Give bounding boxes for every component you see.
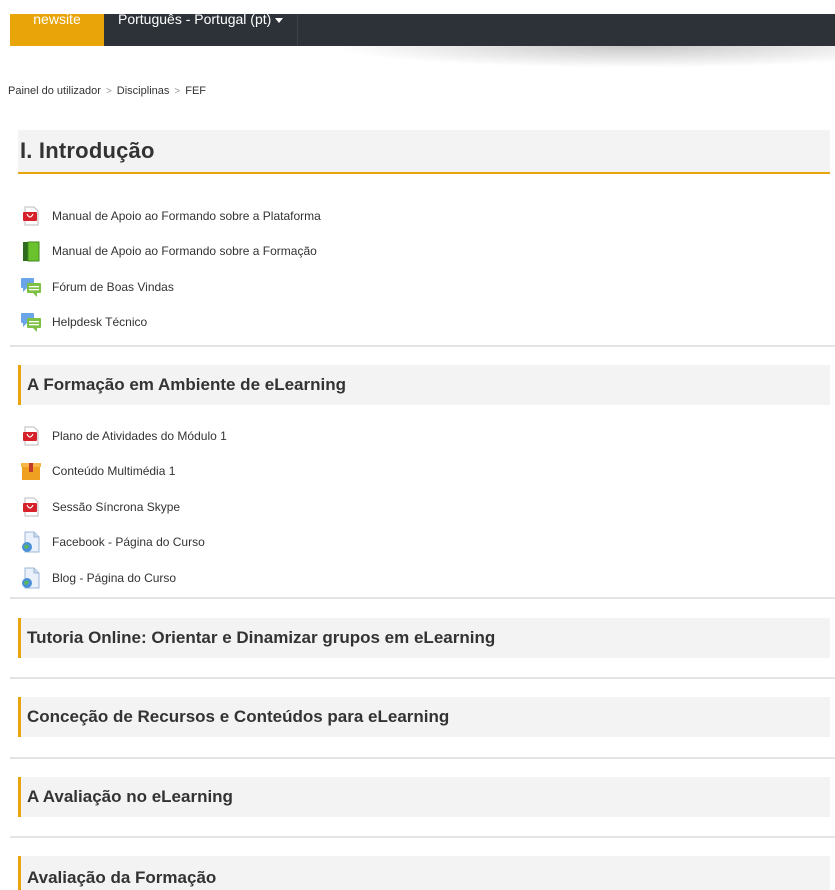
breadcrumb-separator-icon: > xyxy=(174,85,181,97)
pdf-icon xyxy=(20,425,42,447)
activity-link[interactable]: Helpdesk Técnico xyxy=(52,315,147,329)
section-title: I. Introdução xyxy=(20,138,155,163)
activity-list-introducao: Manual de Apoio ao Formando sobre a Plat… xyxy=(20,198,321,340)
caret-down-icon xyxy=(275,18,284,23)
activity-item[interactable]: Sessão Síncrona Skype xyxy=(20,489,227,525)
forum-icon xyxy=(20,276,42,298)
activity-item[interactable]: Manual de Apoio ao Formando sobre a Form… xyxy=(20,234,321,270)
activity-item[interactable]: Plano de Atividades do Módulo 1 xyxy=(20,418,227,454)
section-divider xyxy=(10,677,835,679)
section-header-avaliacao-elearning[interactable]: A Avaliação no eLearning xyxy=(18,777,830,817)
activity-link[interactable]: Manual de Apoio ao Formando sobre a Plat… xyxy=(52,209,321,223)
breadcrumb: Painel do utilizador > Disciplinas > FEF xyxy=(8,85,206,97)
forum-icon xyxy=(20,311,42,333)
section-divider xyxy=(10,757,835,759)
activity-list-formacao-elearning: Plano de Atividades do Módulo 1 Conteúdo… xyxy=(20,418,227,596)
section-header-tutoria-online[interactable]: Tutoria Online: Orientar e Dinamizar gru… xyxy=(18,618,830,658)
activity-link[interactable]: Sessão Síncrona Skype xyxy=(52,500,180,514)
package-icon xyxy=(20,460,42,482)
activity-item[interactable]: Fórum de Boas Vindas xyxy=(20,269,321,305)
activity-link[interactable]: Manual de Apoio ao Formando sobre a Form… xyxy=(52,244,317,258)
breadcrumb-dashboard[interactable]: Painel do utilizador xyxy=(8,85,101,97)
language-menu-label: Português - Portugal (pt) xyxy=(118,14,272,27)
breadcrumb-courses[interactable]: Disciplinas xyxy=(117,85,170,97)
activity-link[interactable]: Plano de Atividades do Módulo 1 xyxy=(52,429,227,443)
section-header-avaliacao-formacao[interactable]: Avaliação da Formação xyxy=(18,856,830,890)
site-brand-link[interactable]: newsite xyxy=(10,14,104,46)
activity-link[interactable]: Blog - Página do Curso xyxy=(52,571,176,585)
pdf-icon xyxy=(20,496,42,518)
section-header-concecao-recursos[interactable]: Conceção de Recursos e Conteúdos para eL… xyxy=(18,697,830,737)
activity-link[interactable]: Fórum de Boas Vindas xyxy=(52,280,174,294)
navbar-shadow xyxy=(330,46,835,68)
url-icon xyxy=(20,531,42,553)
book-icon xyxy=(20,240,42,262)
section-title: Avaliação da Formação xyxy=(27,868,217,887)
breadcrumb-course[interactable]: FEF xyxy=(185,85,206,97)
section-header-formacao-elearning: A Formação em Ambiente de eLearning xyxy=(18,365,830,405)
section-title: A Avaliação no eLearning xyxy=(27,787,233,806)
activity-item[interactable]: Facebook - Página do Curso xyxy=(20,525,227,561)
site-brand-label: newsite xyxy=(33,14,81,27)
section-header-introducao: I. Introdução xyxy=(18,130,830,174)
section-divider xyxy=(10,597,835,599)
pdf-icon xyxy=(20,205,42,227)
section-title: Tutoria Online: Orientar e Dinamizar gru… xyxy=(27,628,496,647)
top-navbar: newsite Português - Portugal (pt) xyxy=(10,14,835,46)
language-menu[interactable]: Português - Portugal (pt) xyxy=(104,14,299,46)
activity-item[interactable]: Conteúdo Multimédia 1 xyxy=(20,454,227,490)
section-title: Conceção de Recursos e Conteúdos para eL… xyxy=(27,707,450,726)
activity-link[interactable]: Conteúdo Multimédia 1 xyxy=(52,464,175,478)
url-icon xyxy=(20,567,42,589)
activity-link[interactable]: Facebook - Página do Curso xyxy=(52,535,205,549)
section-divider xyxy=(10,836,835,838)
section-divider xyxy=(10,345,835,347)
breadcrumb-separator-icon: > xyxy=(105,85,112,97)
activity-item[interactable]: Blog - Página do Curso xyxy=(20,560,227,596)
section-title: A Formação em Ambiente de eLearning xyxy=(27,375,346,394)
activity-item[interactable]: Helpdesk Técnico xyxy=(20,305,321,341)
activity-item[interactable]: Manual de Apoio ao Formando sobre a Plat… xyxy=(20,198,321,234)
